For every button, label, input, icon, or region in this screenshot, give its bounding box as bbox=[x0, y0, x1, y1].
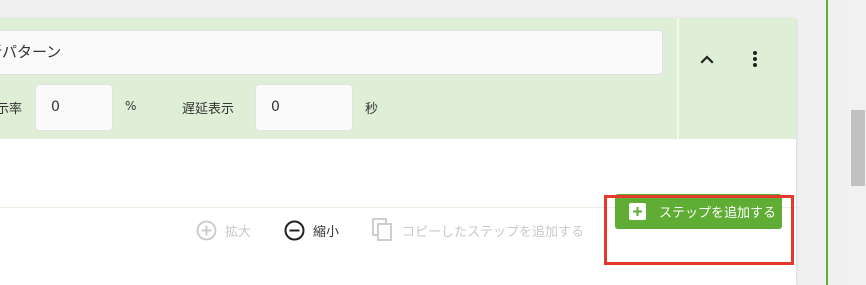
scrollbar-thumb[interactable] bbox=[851, 110, 865, 186]
zoom-in-icon bbox=[196, 220, 217, 241]
display-rate-unit: % bbox=[125, 99, 137, 113]
delay-display-value: 0 bbox=[271, 99, 280, 115]
zoom-in-button[interactable]: 拡大 bbox=[196, 220, 251, 241]
page: 新パターン 示率 0 % 遅延表示 0 秒 bbox=[0, 0, 866, 285]
delay-display-label: 遅延表示 bbox=[182, 102, 235, 117]
highlight-frame bbox=[604, 195, 794, 265]
right-panel-border bbox=[826, 0, 828, 285]
collapse-button[interactable] bbox=[692, 44, 722, 74]
display-rate-label: 示率 bbox=[0, 102, 23, 117]
zoom-in-label: 拡大 bbox=[225, 225, 252, 240]
zoom-out-icon bbox=[284, 220, 305, 241]
display-rate-value: 0 bbox=[51, 99, 60, 115]
delay-display-input[interactable]: 0 bbox=[255, 84, 353, 131]
delay-display-unit: 秒 bbox=[365, 102, 379, 117]
header-divider bbox=[677, 18, 679, 139]
pattern-card-header: 新パターン 示率 0 % 遅延表示 0 秒 bbox=[0, 18, 796, 139]
pattern-name-value: 新パターン bbox=[0, 43, 62, 61]
zoom-out-label: 縮小 bbox=[313, 225, 340, 240]
more-vertical-icon bbox=[753, 51, 757, 67]
add-copied-step-button[interactable]: コピーしたステップを追加する bbox=[372, 218, 584, 242]
display-rate-input[interactable]: 0 bbox=[35, 84, 113, 131]
chevron-up-icon bbox=[700, 55, 714, 64]
pattern-name-input[interactable]: 新パターン bbox=[0, 30, 663, 75]
more-options-button[interactable] bbox=[740, 44, 770, 74]
add-copied-step-label: コピーしたステップを追加する bbox=[402, 224, 585, 240]
copy-icon bbox=[372, 218, 392, 241]
zoom-out-button[interactable]: 縮小 bbox=[284, 220, 339, 241]
